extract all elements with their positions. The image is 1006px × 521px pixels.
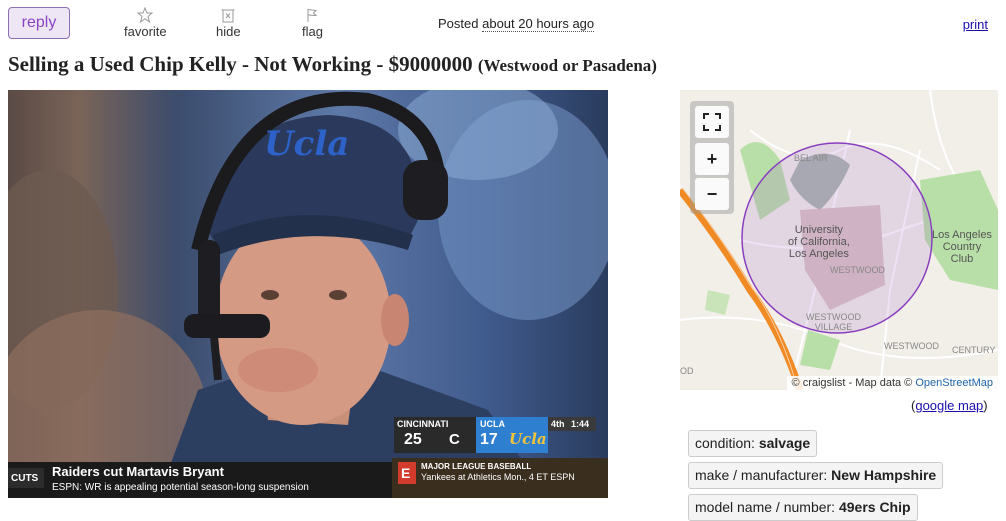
print-link[interactable]: print bbox=[963, 17, 988, 32]
attribute-value: salvage bbox=[758, 435, 811, 451]
attribute-value: New Hampshire bbox=[831, 467, 937, 483]
posting-title: Selling a Used Chip Kelly - Not Working … bbox=[8, 52, 998, 77]
location-map[interactable]: + − BEL AIR University of California, Lo… bbox=[680, 90, 998, 390]
ticker-game: Yankees at Athletics Mon., 4 ET ESPN bbox=[421, 472, 575, 482]
google-map-link[interactable]: google map bbox=[915, 398, 983, 413]
map-label-country-club: Los Angeles Country Club bbox=[932, 229, 992, 265]
favorite-button[interactable]: favorite bbox=[124, 7, 167, 39]
openstreetmap-link[interactable]: OpenStreetMap bbox=[915, 377, 993, 389]
scoreboard-quarter: 4th bbox=[551, 419, 565, 429]
zoom-in-button[interactable]: + bbox=[695, 143, 729, 175]
scoreboard-team2: UCLA bbox=[480, 419, 505, 429]
google-map-link-wrapper: (google map) bbox=[911, 398, 988, 413]
ticker-league: MAJOR LEAGUE BASEBALL bbox=[421, 462, 532, 471]
map-label-bel-air: BEL AIR bbox=[794, 153, 828, 163]
flag-label: flag bbox=[302, 24, 323, 39]
flag-button[interactable]: flag bbox=[302, 7, 323, 39]
hide-label: hide bbox=[216, 24, 241, 39]
cap-logo: Ucla bbox=[264, 124, 350, 164]
attribute-label: make / manufacturer: bbox=[695, 467, 828, 483]
scoreboard-team2-logo: Ucla bbox=[509, 430, 547, 448]
map-label-university: University of California, Los Angeles bbox=[788, 224, 850, 260]
posting-title-text: Selling a Used Chip Kelly - Not Working … bbox=[8, 52, 473, 76]
ticker-logo: E bbox=[401, 465, 411, 481]
scoreboard-team1-logo: C bbox=[449, 431, 460, 448]
reply-button[interactable]: reply bbox=[8, 7, 70, 39]
ticker-sub: ESPN: WR is appealing potential season-l… bbox=[52, 482, 309, 493]
posted-prefix: Posted bbox=[438, 16, 479, 31]
map-label-westwood-village: WESTWOOD VILLAGE bbox=[806, 312, 861, 332]
map-controls: + − bbox=[690, 101, 734, 214]
scoreboard-team2-score: 17 bbox=[480, 431, 498, 448]
map-label-westwood: WESTWOOD bbox=[830, 265, 885, 275]
scoreboard-clock: 1:44 bbox=[571, 419, 590, 429]
map-attribution-text: © craigslist - Map data © bbox=[791, 377, 913, 389]
attribute-value: 49ers Chip bbox=[838, 499, 911, 515]
posted-ago: about 20 hours ago bbox=[482, 16, 595, 32]
posting-photo[interactable]: Ucla CINCINNATI 25 C UCLA 17 Ucla 4th 1:… bbox=[8, 90, 608, 498]
flag-icon bbox=[307, 9, 318, 22]
attribute-label: model name / number: bbox=[695, 499, 836, 515]
hide-button[interactable]: hide bbox=[216, 7, 241, 39]
fullscreen-button[interactable] bbox=[695, 106, 729, 138]
map-attribution: © craigslist - Map data © OpenStreetMap bbox=[786, 376, 998, 390]
fullscreen-icon bbox=[703, 113, 721, 131]
map-label-westwood-2: WESTWOOD bbox=[884, 341, 939, 351]
attribute-condition: condition: salvage bbox=[688, 430, 818, 457]
attribute-make: make / manufacturer: New Hampshire bbox=[688, 462, 944, 489]
ticker-tag: CUTS bbox=[11, 473, 39, 484]
attribute-model: model name / number: 49ers Chip bbox=[688, 494, 918, 521]
posted-date: Posted about 20 hours ago bbox=[438, 16, 595, 32]
scoreboard-team1-score: 25 bbox=[404, 431, 422, 448]
favorite-label: favorite bbox=[124, 24, 167, 39]
zoom-out-button[interactable]: − bbox=[695, 178, 729, 210]
trash-icon bbox=[221, 9, 235, 23]
star-icon bbox=[137, 7, 154, 23]
posting-location: (Westwood or Pasadena) bbox=[477, 56, 657, 75]
ticker-headline: Raiders cut Martavis Bryant bbox=[52, 464, 224, 479]
attribute-label: condition: bbox=[695, 435, 755, 451]
map-label-od: OD bbox=[680, 366, 694, 376]
map-label-century: CENTURY bbox=[952, 345, 996, 355]
scoreboard-team1: CINCINNATI bbox=[397, 419, 449, 429]
